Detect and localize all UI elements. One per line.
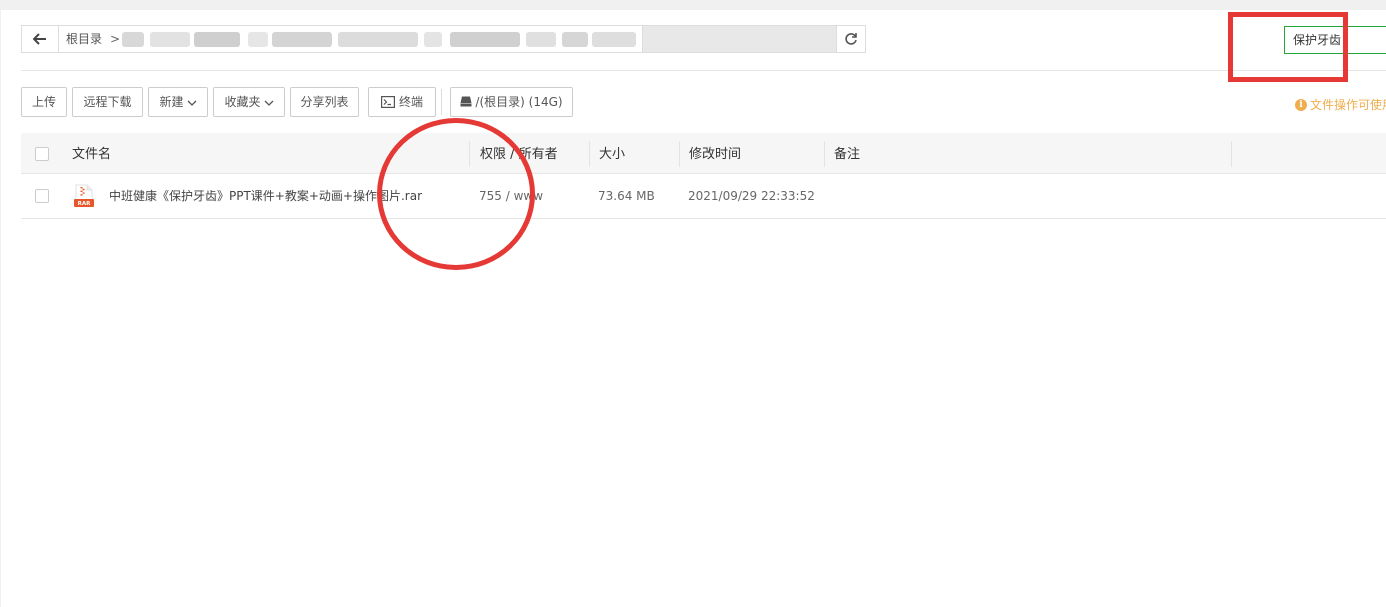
file-manager-panel: 根目录 > 保护牙齿 上传 远程下载 新建 收藏夹 分享列表 终端 /(根目录)… (1, 10, 1386, 607)
header-permission-owner[interactable]: 权限 / 所有者 (480, 133, 558, 173)
disk-button[interactable]: /(根目录) (14G) (450, 87, 573, 117)
arrow-left-icon (33, 33, 46, 45)
new-dropdown-button[interactable]: 新建 (148, 87, 208, 117)
terminal-label: 终端 (398, 95, 423, 109)
header-filename[interactable]: 文件名 (72, 133, 111, 173)
toolbar-separator (441, 89, 442, 115)
chevron-down-icon (187, 100, 196, 106)
header-note[interactable]: 备注 (834, 133, 860, 173)
refresh-button[interactable] (836, 26, 865, 52)
divider (21, 70, 1386, 71)
back-button[interactable] (22, 26, 59, 52)
disk-label: /(根目录) (14G) (475, 95, 563, 109)
file-name-link[interactable]: 中班健康《保护牙齿》PPT课件+教案+动画+操作图片.rar (109, 174, 422, 218)
select-all-checkbox[interactable] (35, 147, 49, 161)
terminal-button[interactable]: 终端 (368, 87, 436, 117)
info-icon: i (1295, 98, 1307, 111)
notice-text: 文件操作可使用 (1310, 98, 1386, 112)
rar-file-icon: RAR (74, 184, 94, 207)
operation-notice: i 文件操作可使用 (1295, 96, 1386, 113)
upload-button[interactable]: 上传 (21, 87, 67, 117)
file-permission-owner[interactable]: 755 / www (479, 174, 543, 218)
column-divider (679, 141, 680, 167)
favorites-label: 收藏夹 (224, 95, 261, 109)
remote-download-button[interactable]: 远程下载 (72, 87, 143, 117)
breadcrumb-root[interactable]: 根目录 (66, 26, 102, 52)
path-empty-area[interactable] (642, 26, 837, 52)
share-list-button[interactable]: 分享列表 (290, 87, 359, 117)
column-divider (469, 141, 470, 167)
path-bar: 根目录 > (21, 25, 866, 53)
terminal-icon (380, 96, 395, 109)
search-input[interactable]: 保护牙齿 (1284, 26, 1386, 54)
column-divider (824, 141, 825, 167)
file-size: 73.64 MB (598, 189, 655, 203)
file-modified-time: 2021/09/29 22:33:52 (688, 189, 815, 203)
rar-icon-label: RAR (78, 201, 91, 207)
table-header: 文件名 权限 / 所有者 大小 修改时间 备注 (21, 133, 1386, 174)
row-checkbox[interactable] (35, 189, 49, 203)
hdd-icon (460, 96, 472, 107)
new-label: 新建 (159, 95, 184, 109)
column-divider (1231, 141, 1232, 167)
chevron-down-icon (264, 100, 273, 106)
header-size[interactable]: 大小 (599, 133, 625, 173)
table-row[interactable]: RAR 中班健康《保护牙齿》PPT课件+教案+动画+操作图片.rar 755 /… (21, 174, 1386, 219)
refresh-icon (845, 33, 857, 45)
breadcrumb-separator: > (110, 32, 121, 46)
favorites-dropdown-button[interactable]: 收藏夹 (213, 87, 285, 117)
column-divider (589, 141, 590, 167)
header-modified-time[interactable]: 修改时间 (689, 133, 741, 173)
